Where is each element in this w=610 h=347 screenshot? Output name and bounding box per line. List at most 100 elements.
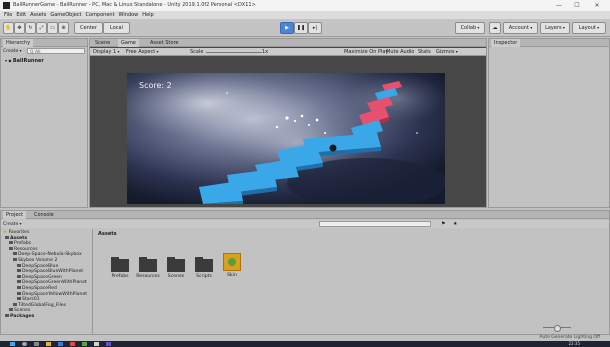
asset-grid: Assets Prefabs Resources Scenes Scripts … <box>94 229 609 336</box>
game-toolbar: Display 1 Free Aspect Scale 1x Maximize … <box>90 48 486 56</box>
rotate-tool-button[interactable]: ↻ <box>25 22 36 34</box>
scale-tool-button[interactable]: ⤢ <box>36 22 47 34</box>
tab-console[interactable]: Console <box>31 211 57 219</box>
tree-rows: Assets Prefabs Resources Deep-Space-Nebula-… <box>1 235 92 320</box>
account-dropdown[interactable]: Account <box>503 22 538 34</box>
project-toolbar: Create ⚑ ★ <box>1 220 609 228</box>
stats-toggle[interactable]: Stats <box>418 48 431 56</box>
unity-logo-icon <box>3 2 10 9</box>
tab-scene[interactable]: Scene <box>92 39 113 47</box>
project-tree: ★ Favorites Assets Prefabs Resources Deep-S… <box>1 229 93 336</box>
rect-tool-button[interactable]: ▭ <box>47 22 58 34</box>
aspect-dropdown[interactable]: Free Aspect <box>126 48 158 56</box>
windows-taskbar: 22:35 <box>0 341 610 347</box>
display-dropdown[interactable]: Display 1 <box>93 48 119 56</box>
menu-window[interactable]: Window <box>119 11 139 19</box>
menu-assets[interactable]: Assets <box>30 11 46 19</box>
system-clock: 22:35 <box>568 341 580 346</box>
mute-audio-toggle[interactable]: Mute Audio <box>386 48 414 56</box>
title-bar: BallRunnerGame - BallRunner - PC, Mac & … <box>0 0 610 11</box>
play-button[interactable]: ▶ <box>280 22 294 34</box>
tile-label: Scripts <box>196 274 212 279</box>
project-search-input[interactable] <box>319 221 431 227</box>
menu-gameobject[interactable]: GameObject <box>50 11 81 19</box>
menu-file[interactable]: File <box>4 11 12 19</box>
folder-icon <box>17 285 21 289</box>
menu-bar: File Edit Assets GameObject Component Wi… <box>0 11 610 19</box>
folder-icon <box>9 308 13 312</box>
maximize-button[interactable]: ☐ <box>570 1 584 10</box>
layout-dropdown[interactable]: Layout <box>572 22 606 34</box>
file-explorer-icon[interactable] <box>46 342 51 346</box>
cloud-icon[interactable]: ☁ <box>489 22 501 34</box>
tree-item-label: DeepSpaceGreenWithPlanet <box>22 280 87 286</box>
folder-icon <box>139 257 157 272</box>
step-button[interactable]: ▸| <box>308 22 322 34</box>
game-viewport[interactable]: Score: 2 <box>127 73 445 204</box>
vs-taskbar-icon[interactable] <box>106 342 111 346</box>
favorite-star-icon[interactable]: ★ <box>453 220 457 228</box>
icon-size-slider[interactable] <box>543 325 571 332</box>
filter-icon[interactable]: ⚑ <box>441 220 445 228</box>
asset-tile-prefabs[interactable]: Prefabs <box>108 257 132 279</box>
folder-icon <box>9 241 13 245</box>
collab-dropdown[interactable]: Collab <box>455 22 485 34</box>
expand-arrow-icon[interactable]: ▾ ◆ <box>5 58 13 63</box>
app-icon[interactable] <box>82 342 87 346</box>
folder-icon <box>5 235 9 239</box>
menu-component[interactable]: Component <box>86 11 115 19</box>
menu-help[interactable]: Help <box>142 11 153 19</box>
windows-start-icon[interactable] <box>10 342 15 346</box>
transform-tool-button[interactable]: ⊕ <box>58 22 69 34</box>
score-text: Score: 2 <box>139 81 172 90</box>
store-icon[interactable] <box>58 342 63 346</box>
search-icon[interactable] <box>22 342 27 346</box>
tab-asset-store[interactable]: Asset Store <box>147 39 181 47</box>
center-tabbar: Scene Game Asset Store <box>90 39 486 47</box>
gizmos-dropdown[interactable]: Gizmos <box>436 48 458 56</box>
pivot-local-toggle[interactable]: Local <box>103 22 130 34</box>
folder-icon <box>5 313 9 317</box>
folder-icon <box>167 257 185 272</box>
folder-icon <box>111 257 129 272</box>
unity-taskbar-icon[interactable] <box>94 342 99 346</box>
asset-tile-scenes[interactable]: Scenes <box>164 257 188 279</box>
menu-edit[interactable]: Edit <box>16 11 26 19</box>
maximize-on-play-toggle[interactable]: Maximize On Play <box>344 48 388 56</box>
close-button[interactable]: ✕ <box>590 1 604 10</box>
project-create-button[interactable]: Create <box>3 220 22 229</box>
asset-tile-skin[interactable]: Skin <box>220 253 244 278</box>
hierarchy-create-button[interactable]: Create <box>3 48 22 54</box>
hierarchy-search-input[interactable]: Q All <box>27 48 85 55</box>
layers-dropdown[interactable]: Layers <box>540 22 570 34</box>
tab-project[interactable]: Project <box>3 211 27 219</box>
scene-asset-icon <box>223 253 241 271</box>
task-view-icon[interactable] <box>34 342 39 346</box>
folder-icon <box>17 263 21 267</box>
move-tool-button[interactable]: ✥ <box>14 22 25 34</box>
minimize-button[interactable]: — <box>552 1 566 10</box>
browser-icon[interactable] <box>70 342 75 346</box>
hand-tool-button[interactable]: ✋ <box>3 22 14 34</box>
tree-item[interactable]: Packages <box>1 313 92 320</box>
project-panel: Project Console Create ⚑ ★ ★ Favorites A… <box>0 210 610 336</box>
tab-hierarchy[interactable]: Hierarchy <box>3 39 34 47</box>
scale-value: 1x <box>262 49 269 55</box>
tab-inspector[interactable]: Inspector <box>491 39 521 47</box>
folder-icon <box>17 274 21 278</box>
folder-icon <box>195 257 213 272</box>
tile-label: Resources <box>136 274 160 279</box>
tree-item-label: DeepSpaceGreen <box>22 274 63 280</box>
scale-slider[interactable] <box>206 51 262 53</box>
game-panel: Scene Game Asset Store Display 1 Free As… <box>89 38 487 208</box>
star-icon: ★ <box>3 230 8 235</box>
pivot-center-toggle[interactable]: Center <box>74 22 103 34</box>
folder-icon <box>17 280 21 284</box>
tree-item-label: DeepSpaceYellowWithPlanet <box>22 291 88 297</box>
inspector-panel: Inspector <box>488 38 610 208</box>
pause-button[interactable]: ❚❚ <box>294 22 308 34</box>
hierarchy-scene-item[interactable]: ▾ ◆ BallRunner <box>5 58 44 64</box>
asset-tile-scripts[interactable]: Scripts <box>192 257 216 279</box>
asset-tile-resources[interactable]: Resources <box>136 257 160 279</box>
tab-game[interactable]: Game <box>118 39 139 47</box>
